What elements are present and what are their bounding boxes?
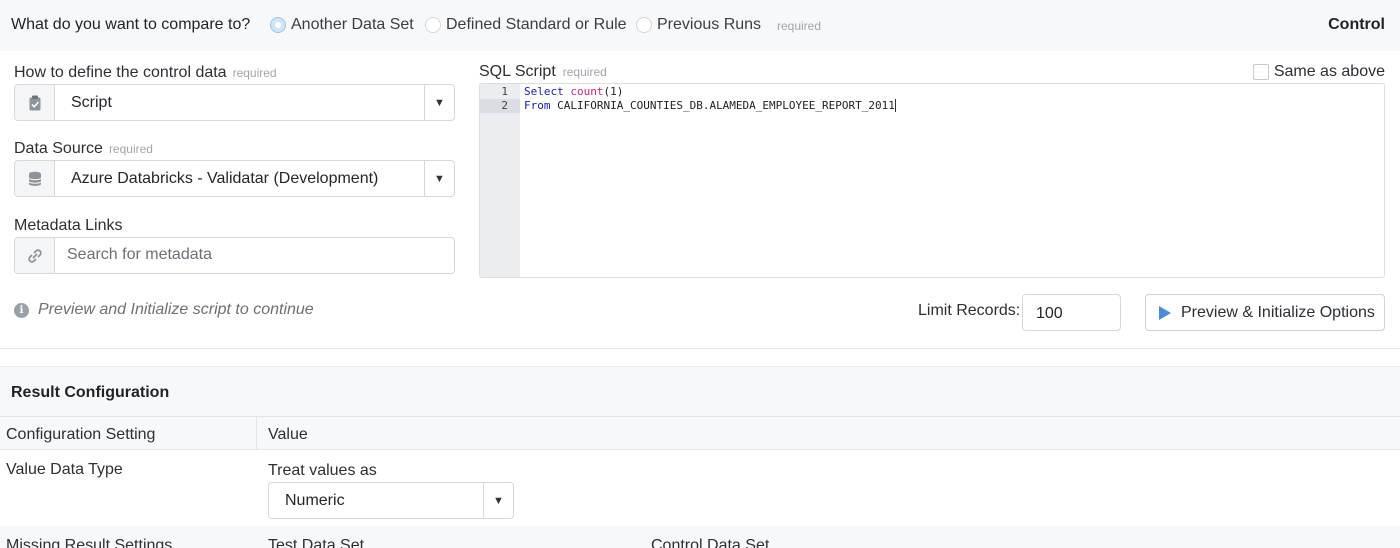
- data-source-label: Data Source required: [14, 140, 153, 158]
- sql-editor[interactable]: 1 2 Select count(1) From CALIFORNIA_COUN…: [479, 83, 1385, 278]
- radio-label: Another Data Set: [291, 16, 414, 33]
- control-data-label-text: How to define the control data: [14, 64, 227, 81]
- treat-values-label: Treat values as: [268, 462, 377, 479]
- play-icon: [1159, 305, 1171, 320]
- radio-label: Defined Standard or Rule: [446, 16, 627, 33]
- radio-button[interactable]: [636, 17, 652, 33]
- preview-hint: i Preview and Initialize script to conti…: [14, 301, 314, 319]
- chevron-down-icon[interactable]: ▼: [483, 483, 513, 518]
- required-hint: required: [232, 66, 277, 80]
- preview-hint-text: Preview and Initialize script to continu…: [38, 301, 314, 318]
- same-as-above-checkbox[interactable]: [1252, 64, 1269, 80]
- control-data-select[interactable]: Script ▼: [14, 84, 455, 121]
- required-hint: required: [777, 19, 822, 33]
- column-header-setting: Configuration Setting: [6, 426, 156, 443]
- data-source-value: Azure Databricks - Validatar (Developmen…: [71, 170, 379, 187]
- radio-defined-standard[interactable]: Defined Standard or Rule: [425, 16, 627, 34]
- chevron-down-icon[interactable]: ▼: [424, 85, 454, 120]
- control-data-value: Script: [71, 94, 112, 111]
- link-icon: [15, 238, 55, 273]
- limit-records-label: Limit Records:: [918, 302, 1021, 319]
- section-divider: [0, 348, 1400, 349]
- missing-result-label: Missing Result Settings: [6, 537, 173, 548]
- control-data-label: How to define the control data required: [14, 64, 277, 82]
- sql-script-label: SQL Script required: [479, 63, 607, 81]
- column-divider: [256, 417, 257, 450]
- limit-records-input[interactable]: 100: [1022, 294, 1121, 331]
- result-config-header: Result Configuration: [0, 366, 1400, 417]
- info-icon: i: [14, 302, 29, 318]
- metadata-search-field[interactable]: [14, 237, 455, 274]
- database-icon: [15, 161, 55, 196]
- treat-values-select[interactable]: Numeric ▼: [268, 482, 514, 519]
- control-data-set-label: Control Data Set: [651, 537, 770, 548]
- preview-initialize-button[interactable]: Preview & Initialize Options: [1145, 294, 1385, 331]
- sql-keyword: Select: [524, 85, 564, 98]
- radio-another-data-set[interactable]: Another Data Set: [270, 16, 414, 34]
- sql-text: (1): [603, 85, 624, 98]
- sql-script-label-text: SQL Script: [479, 63, 556, 80]
- metadata-links-label: Metadata Links: [14, 217, 123, 234]
- code-line[interactable]: From CALIFORNIA_COUNTIES_DB.ALAMEDA_EMPL…: [524, 99, 896, 113]
- radio-button[interactable]: [425, 17, 441, 33]
- sql-text: CALIFORNIA_COUNTIES_DB.ALAMEDA_EMPLOYEE_…: [550, 99, 895, 112]
- column-header-value: Value: [268, 426, 308, 443]
- result-config-title: Result Configuration: [11, 384, 170, 401]
- metadata-search-input[interactable]: [67, 246, 447, 264]
- required-hint: required: [562, 65, 607, 79]
- line-number: 1: [501, 85, 508, 98]
- same-as-above-toggle[interactable]: Same as above: [1252, 63, 1385, 81]
- value-data-type-label: Value Data Type: [6, 461, 123, 478]
- sql-keyword: From: [524, 99, 551, 112]
- same-as-above-label: Same as above: [1273, 63, 1385, 80]
- radio-button-checked[interactable]: [270, 17, 286, 33]
- missing-result-row: Missing Result Settings Test Data Set Co…: [0, 526, 1400, 548]
- radio-label: Previous Runs: [657, 16, 762, 33]
- sql-function: count: [570, 85, 604, 98]
- data-source-select[interactable]: Azure Databricks - Validatar (Developmen…: [14, 160, 455, 197]
- radio-previous-runs[interactable]: Previous Runs: [636, 16, 761, 34]
- test-data-set-label: Test Data Set: [268, 537, 365, 548]
- compare-bar: What do you want to compare to? Another …: [0, 0, 1400, 51]
- required-hint: required: [108, 142, 153, 156]
- result-config-table-header: Configuration Setting Value: [0, 417, 1400, 450]
- line-number: 2: [480, 99, 520, 113]
- preview-initialize-label: Preview & Initialize Options: [1181, 303, 1375, 321]
- chevron-down-icon[interactable]: ▼: [424, 161, 454, 196]
- compare-question: What do you want to compare to?: [11, 16, 251, 33]
- text-cursor: [894, 99, 896, 112]
- control-title: Control: [1328, 16, 1385, 33]
- code-line[interactable]: Select count(1): [524, 85, 623, 99]
- treat-values-value: Numeric: [285, 492, 345, 509]
- clipboard-icon: [15, 85, 55, 120]
- data-source-label-text: Data Source: [14, 140, 103, 157]
